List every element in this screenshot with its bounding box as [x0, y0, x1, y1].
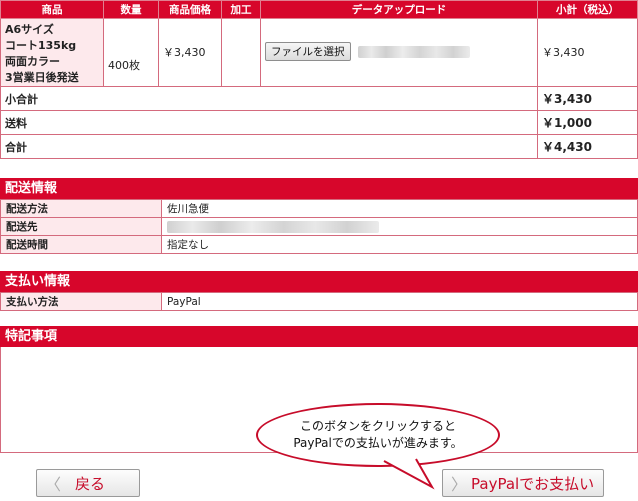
- col-price: 商品価格: [158, 0, 222, 19]
- chevron-left-icon: 〈: [45, 475, 62, 494]
- selected-filename-redacted: [358, 46, 470, 58]
- shipping-address-value: [161, 217, 638, 236]
- back-button-label: 戻る: [75, 474, 106, 493]
- callout-tail: [383, 458, 435, 490]
- callout-bubble: このボタンをクリックすると PayPalでの支払いが進みます。: [256, 403, 500, 467]
- summary-value: ￥3,430: [537, 86, 638, 111]
- payment-table: 支払い方法 PayPal: [0, 292, 638, 311]
- product-line: コート135kg: [5, 39, 77, 52]
- back-button[interactable]: 〈 戻る: [36, 469, 140, 497]
- paypal-button-label: PayPalでお支払い: [471, 474, 595, 493]
- product-processing: [221, 18, 261, 87]
- file-select-button[interactable]: ファイルを選択: [265, 42, 351, 61]
- col-subtotal: 小計（税込）: [537, 0, 638, 19]
- summary-row-total: 合計 ￥4,430: [0, 134, 638, 159]
- col-quantity: 数量: [103, 0, 159, 19]
- shipping-method-label: 配送方法: [0, 199, 162, 218]
- payment-row-method: 支払い方法 PayPal: [0, 292, 638, 311]
- shipping-table: 配送方法 佐川急便 配送先 配送時間 指定なし: [0, 199, 638, 254]
- summary-label: 合計: [0, 134, 538, 159]
- product-line: 3営業日後発送: [5, 71, 79, 84]
- paypal-pay-button[interactable]: 〉 PayPalでお支払い: [442, 469, 604, 497]
- payment-section-title: 支払い情報: [0, 271, 638, 292]
- summary-row-subtotal: 小合計 ￥3,430: [0, 86, 638, 111]
- product-subtotal: ￥3,430: [537, 18, 638, 87]
- product-price: ￥3,430: [158, 18, 222, 87]
- shipping-time-label: 配送時間: [0, 235, 162, 254]
- col-product: 商品: [0, 0, 104, 19]
- summary-value: ￥4,430: [537, 134, 638, 159]
- product-desc: A6サイズ コート135kg 両面カラー 3営業日後発送: [0, 18, 104, 87]
- summary-row-shipping: 送料 ￥1,000: [0, 110, 638, 135]
- chevron-right-icon: 〉: [451, 475, 468, 494]
- callout-line: PayPalでの支払いが進みます。: [293, 436, 463, 450]
- payment-method-value: PayPal: [161, 292, 638, 311]
- upload-cell: ファイルを選択: [260, 18, 538, 87]
- shipping-row-method: 配送方法 佐川急便: [0, 199, 638, 218]
- shipping-method-value: 佐川急便: [161, 199, 638, 218]
- product-quantity: 400枚: [103, 18, 159, 87]
- shipping-address-label: 配送先: [0, 217, 162, 236]
- product-line: 両面カラー: [5, 55, 60, 68]
- payment-method-label: 支払い方法: [0, 292, 162, 311]
- shipping-time-value: 指定なし: [161, 235, 638, 254]
- callout-line: このボタンをクリックすると: [299, 419, 456, 433]
- shipping-section-title: 配送情報: [0, 178, 638, 199]
- product-line: A6サイズ: [5, 23, 54, 36]
- col-upload: データアップロード: [260, 0, 538, 19]
- summary-label: 送料: [0, 110, 538, 135]
- col-processing: 加工: [221, 0, 261, 19]
- order-header-row: 商品 数量 商品価格 加工 データアップロード 小計（税込）: [0, 0, 638, 19]
- summary-label: 小合計: [0, 86, 538, 111]
- shipping-row-address: 配送先: [0, 217, 638, 236]
- product-row: A6サイズ コート135kg 両面カラー 3営業日後発送 400枚 ￥3,430…: [0, 18, 638, 87]
- remarks-section-title: 特記事項: [0, 326, 638, 347]
- shipping-row-time: 配送時間 指定なし: [0, 235, 638, 254]
- summary-value: ￥1,000: [537, 110, 638, 135]
- order-table: 商品 数量 商品価格 加工 データアップロード 小計（税込） A6サイズ コート…: [0, 0, 638, 159]
- address-redacted: [167, 220, 379, 233]
